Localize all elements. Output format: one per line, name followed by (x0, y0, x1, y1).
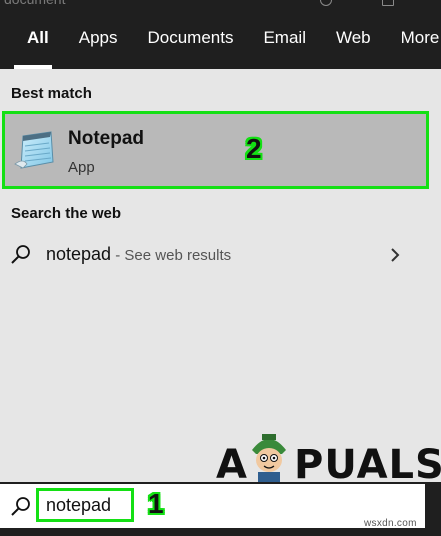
best-match-result[interactable]: Notepad App (2, 111, 429, 189)
search-the-web-heading: Search the web (11, 205, 122, 222)
best-match-heading: Best match (11, 85, 92, 102)
step-1-badge: 1 (148, 488, 164, 519)
web-query-text: notepad (46, 244, 112, 264)
search-icon (10, 496, 32, 523)
credit-text: wsxdn.com (364, 518, 417, 529)
notepad-icon (13, 130, 57, 175)
step-2-badge: 2 (246, 133, 262, 164)
search-box[interactable]: notepad (0, 484, 425, 528)
tab-web[interactable]: Web (321, 6, 386, 69)
app-name: Notepad (68, 128, 144, 149)
app-type: App (68, 159, 95, 176)
web-query: notepad - See web results (46, 244, 231, 265)
tab-all[interactable]: All (0, 6, 64, 69)
tab-email[interactable]: Email (248, 6, 321, 69)
tab-apps[interactable]: Apps (64, 6, 133, 69)
web-result-row[interactable]: notepad - See web results (0, 234, 441, 274)
results-panel: Best match Notepad App 2 Search the web … (0, 69, 441, 482)
chevron-right-icon[interactable] (389, 247, 401, 268)
tab-more[interactable]: More (386, 6, 441, 69)
filter-tabs: All Apps Documents Email Web More (0, 6, 441, 69)
web-query-suffix: - See web results (111, 247, 232, 264)
search-input[interactable]: notepad (36, 488, 134, 522)
search-icon (10, 244, 32, 271)
tab-documents[interactable]: Documents (132, 6, 248, 69)
